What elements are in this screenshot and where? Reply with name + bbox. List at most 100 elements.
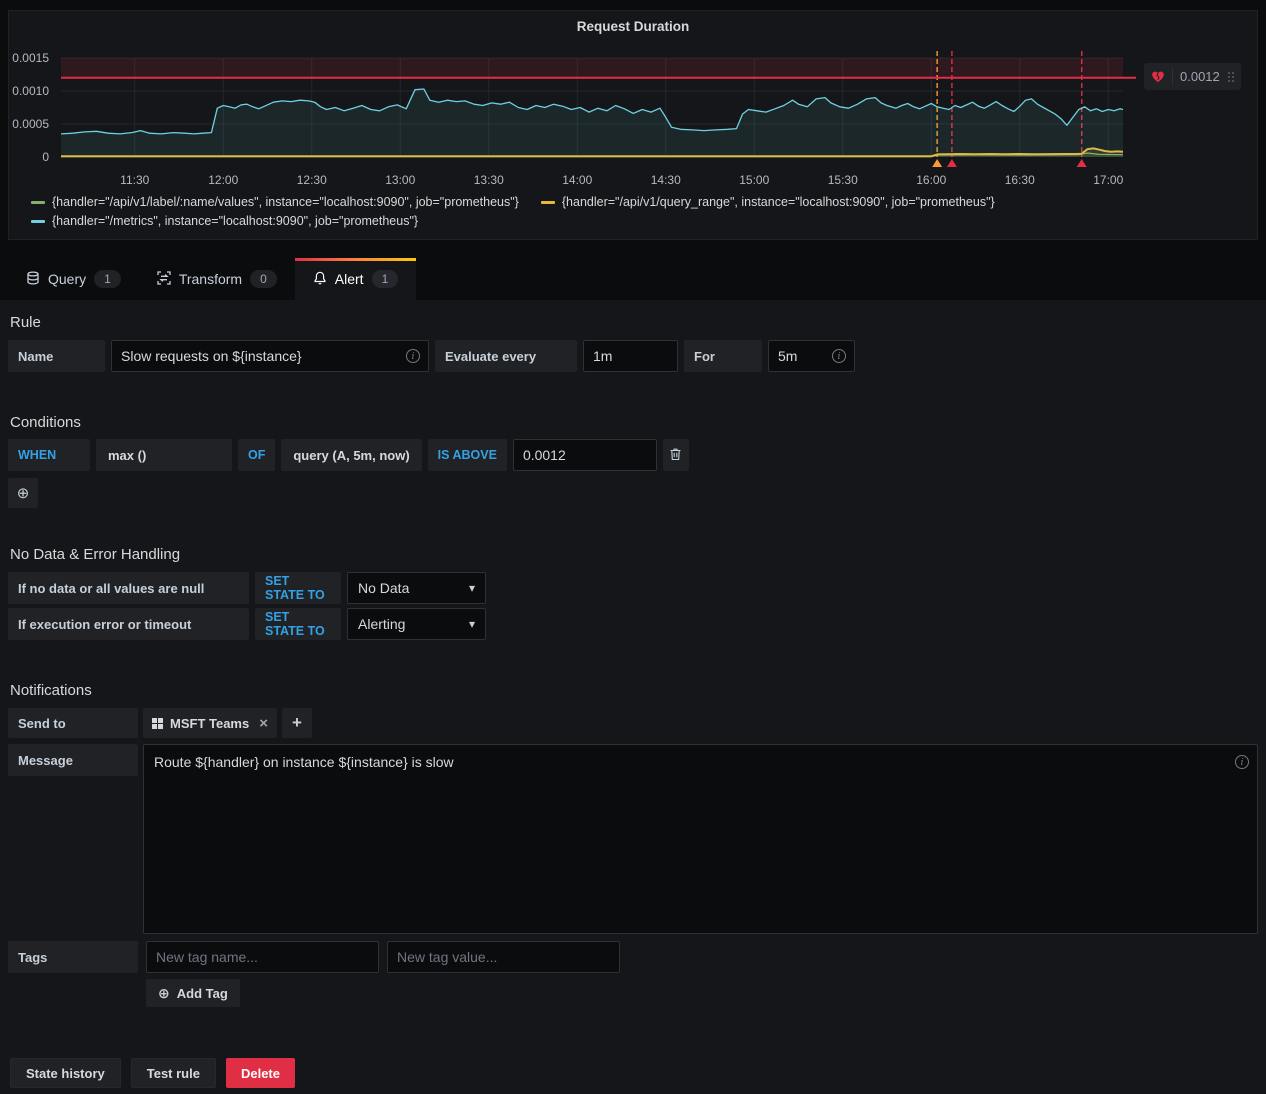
test-rule-button[interactable]: Test rule: [131, 1058, 216, 1088]
delete-rule-button[interactable]: Delete: [226, 1058, 295, 1088]
svg-text:15:00: 15:00: [739, 173, 769, 187]
send-to-label: Send to: [8, 708, 138, 738]
tab-count-badge: 0: [250, 270, 277, 288]
tab-query[interactable]: Query 1: [8, 258, 139, 300]
condition-query[interactable]: query (A, 5m, now): [281, 439, 421, 471]
drag-grip-icon[interactable]: [1228, 72, 1234, 82]
tab-count-badge: 1: [94, 270, 121, 288]
delete-condition-button[interactable]: [663, 439, 689, 471]
svg-text:11:30: 11:30: [120, 173, 149, 187]
svg-text:12:30: 12:30: [297, 173, 327, 187]
database-icon: [26, 271, 40, 288]
condition-when[interactable]: WHEN: [8, 439, 90, 471]
legend-item[interactable]: {handler="/api/v1/label/:name/values", i…: [31, 195, 519, 209]
process-icon: [157, 271, 171, 288]
rule-name-label: Name: [8, 340, 105, 372]
select-value: No Data: [358, 580, 409, 596]
message-label: Message: [8, 744, 138, 776]
condition-row: WHEN max () OF query (A, 5m, now) IS ABO…: [8, 439, 1258, 471]
notification-channel-chip[interactable]: MSFT Teams ×: [143, 708, 277, 738]
error-state-select[interactable]: Alerting ▾: [347, 608, 486, 640]
no-data-label: If no data or all values are null: [8, 572, 249, 604]
evaluate-every-input[interactable]: [583, 340, 678, 372]
condition-of: OF: [238, 439, 275, 471]
message-row: Message Route ${handler} on instance ${i…: [8, 744, 1258, 934]
rule-name-input[interactable]: [111, 340, 429, 372]
svg-text:0.0005: 0.0005: [12, 117, 49, 131]
info-icon: i: [1235, 755, 1249, 769]
condition-operator[interactable]: IS ABOVE: [428, 439, 507, 471]
message-textarea[interactable]: Route ${handler} on instance ${instance}…: [143, 744, 1258, 934]
add-condition-button[interactable]: ⊕: [8, 478, 38, 508]
handle-divider: [1172, 68, 1173, 85]
circle-plus-icon: ⊕: [17, 486, 30, 501]
select-value: Alerting: [358, 616, 405, 632]
svg-text:13:00: 13:00: [385, 173, 415, 187]
series-color-swatch: [541, 201, 555, 204]
legend-item[interactable]: {handler="/metrics", instance="localhost…: [31, 214, 418, 228]
svg-text:0.0010: 0.0010: [12, 84, 49, 98]
info-icon: i: [406, 349, 420, 363]
trash-icon: [669, 447, 682, 464]
circle-plus-icon: ⊕: [158, 986, 170, 1000]
svg-text:16:00: 16:00: [916, 173, 946, 187]
add-tag-button[interactable]: ⊕ Add Tag: [146, 979, 240, 1007]
condition-value-input[interactable]: [513, 439, 657, 471]
send-to-row: Send to MSFT Teams × +: [8, 708, 1258, 738]
tags-row: Tags: [8, 941, 1258, 973]
heart-break-icon: [1151, 70, 1165, 84]
tab-label: Query: [48, 271, 86, 287]
add-channel-button[interactable]: +: [282, 708, 312, 738]
svg-text:0.0015: 0.0015: [12, 51, 49, 65]
add-tag-label: Add Tag: [177, 986, 228, 1001]
tab-label: Transform: [179, 271, 242, 287]
grafana-panel-editor: Request Duration 0 0.0005 0.0010 0.0015 11:3…: [0, 0, 1266, 1094]
alert-threshold-handle[interactable]: 0.0012: [1144, 63, 1241, 90]
evaluate-every-label: Evaluate every: [435, 340, 577, 372]
tab-count-badge: 1: [372, 270, 399, 288]
error-row: If execution error or timeout SET STATE …: [8, 608, 1258, 640]
chevron-down-icon: ▾: [469, 617, 475, 631]
threshold-value: 0.0012: [1180, 69, 1221, 84]
tab-alert[interactable]: Alert 1: [295, 258, 416, 300]
svg-text:14:30: 14:30: [651, 173, 681, 187]
legend-label: {handler="/metrics", instance="localhost…: [52, 214, 418, 228]
alert-editor-pane: Rule Name i Evaluate every For i Conditi…: [0, 300, 1266, 1094]
no-data-state-select[interactable]: No Data ▾: [347, 572, 486, 604]
series-color-swatch: [31, 201, 45, 204]
timeseries-chart: 0 0.0005 0.0010 0.0015 11:30 12:00 12:30 13:00 1…: [9, 49, 1259, 199]
tag-name-input[interactable]: [146, 941, 379, 973]
no-data-row: If no data or all values are null SET ST…: [8, 572, 1258, 604]
no-data-heading: No Data & Error Handling: [10, 546, 1258, 563]
tab-label: Alert: [335, 271, 364, 287]
series-color-swatch: [31, 220, 45, 223]
legend-label: {handler="/api/v1/query_range", instance…: [562, 195, 995, 209]
svg-text:13:30: 13:30: [474, 173, 504, 187]
tags-label: Tags: [8, 941, 138, 973]
tab-transform[interactable]: Transform 0: [139, 258, 295, 300]
svg-text:12:00: 12:00: [208, 173, 238, 187]
set-state-keyword: SET STATE TO: [255, 608, 341, 640]
remove-channel-icon[interactable]: ×: [259, 715, 268, 732]
chevron-down-icon: ▾: [469, 581, 475, 595]
error-label: If execution error or timeout: [8, 608, 249, 640]
notifications-heading: Notifications: [10, 682, 1258, 699]
svg-text:16:30: 16:30: [1005, 173, 1035, 187]
tag-value-input[interactable]: [387, 941, 620, 973]
msteams-icon: [152, 718, 163, 729]
panel-title: Request Duration: [9, 11, 1257, 34]
editor-tabbar: Query 1 Transform 0 Alert 1: [0, 258, 1266, 300]
chart-legend: {handler="/api/v1/label/:name/values", i…: [31, 195, 995, 233]
legend-item[interactable]: {handler="/api/v1/query_range", instance…: [541, 195, 995, 209]
info-icon: i: [832, 349, 846, 363]
legend-label: {handler="/api/v1/label/:name/values", i…: [52, 195, 519, 209]
svg-text:15:30: 15:30: [828, 173, 858, 187]
state-history-button[interactable]: State history: [10, 1058, 121, 1088]
condition-aggregation[interactable]: max (): [96, 439, 232, 471]
conditions-heading: Conditions: [10, 414, 1258, 431]
svg-text:14:00: 14:00: [562, 173, 592, 187]
for-label: For: [684, 340, 762, 372]
set-state-keyword: SET STATE TO: [255, 572, 341, 604]
svg-text:0: 0: [42, 150, 49, 164]
request-duration-panel: Request Duration 0 0.0005 0.0010 0.0015 11:3…: [8, 10, 1258, 240]
